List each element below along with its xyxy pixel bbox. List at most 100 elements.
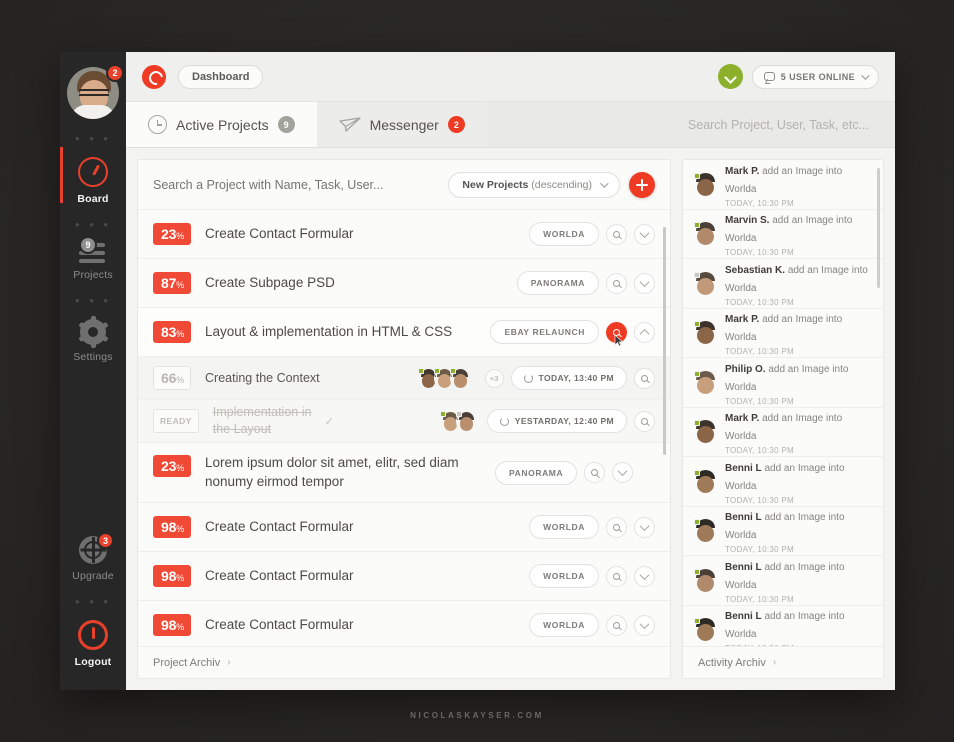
activity-user: Marvin S.	[725, 215, 770, 227]
list-item[interactable]: Benni L add an Image into Worlda TODAY, …	[683, 556, 883, 606]
search-row-button[interactable]	[606, 272, 627, 294]
list-item[interactable]: Benni L add an Image into Worlda TODAY, …	[683, 606, 883, 646]
project-archive-link[interactable]: Project Archiv ›	[138, 646, 670, 678]
progress-badge: 98%	[153, 516, 191, 538]
table-row[interactable]: 83% Layout & implementation in HTML & CS…	[138, 308, 670, 357]
sidebar-item-label: Settings	[73, 351, 113, 363]
activity-user: Mark P.	[725, 413, 760, 425]
chevron-down-icon	[617, 466, 628, 477]
expand-row-button[interactable]	[634, 516, 655, 538]
projects-scrollbar[interactable]	[663, 215, 666, 640]
sidebar-item-board[interactable]: Board	[60, 157, 126, 205]
search-row-button[interactable]	[606, 516, 627, 538]
project-tag[interactable]: WORLDA	[529, 613, 599, 637]
activity-archive-link[interactable]: Activity Archiv ›	[683, 646, 883, 678]
activity-time: TODAY, 10:30 PM	[725, 248, 794, 258]
project-tag[interactable]: PANORAMA	[516, 271, 599, 295]
tab-messenger[interactable]: Messenger 2	[316, 102, 487, 147]
list-item[interactable]: Mark P. add an Image into Worlda TODAY, …	[683, 408, 883, 457]
subtask-title: Implementation in the Layout	[212, 405, 312, 436]
list-item[interactable]: Philip O. add an Image into Worlda TODAY…	[683, 358, 883, 408]
avatar	[694, 420, 717, 444]
list-item[interactable]: Benni L add an Image into Worlda TODAY, …	[683, 457, 883, 507]
users-online-dropdown[interactable]: 5 USER ONLINE	[751, 64, 879, 89]
global-search-field[interactable]: Search Project, User, Task, etc...	[486, 102, 895, 147]
refresh-logo-icon[interactable]	[142, 64, 166, 89]
content-area: New Projects (descending) 23% Create Con…	[126, 148, 895, 690]
table-row[interactable]: 23% Create Contact Formular WORLDA	[138, 210, 670, 259]
chevron-down-icon	[639, 276, 650, 287]
breadcrumb-dashboard[interactable]: Dashboard	[178, 64, 264, 89]
table-row[interactable]: 66% Creating the Context +3 TODAY, 13:40…	[138, 357, 670, 400]
subtask-title: Creating the Context	[205, 370, 320, 385]
activity-user: Benni L	[725, 611, 762, 623]
table-row[interactable]: 98% Create Contact Formular WORLDA	[138, 503, 670, 552]
project-title: Create Contact Formular	[205, 567, 354, 583]
scrollbar-thumb[interactable]	[877, 168, 880, 288]
table-row[interactable]: 98% Create Contact Formular WORLDA	[138, 601, 670, 646]
status-badge: READY	[153, 409, 199, 433]
project-title: Create Subpage PSD	[205, 274, 335, 290]
tab-label: Messenger	[369, 116, 439, 133]
project-search-input[interactable]	[153, 177, 449, 192]
list-item[interactable]: Mark P. add an Image into Worlda TODAY, …	[683, 160, 883, 210]
tab-label: Active Projects	[176, 116, 269, 133]
search-icon	[613, 572, 620, 580]
table-row[interactable]: READY Implementation in the Layout ✓ YES…	[138, 400, 670, 443]
sidebar-item-settings[interactable]: Settings	[60, 316, 126, 363]
assignee-avatars[interactable]	[439, 410, 477, 432]
activity-time: TODAY, 10:30 PM	[725, 594, 794, 604]
search-icon	[641, 417, 649, 425]
chevron-down-button[interactable]	[717, 64, 743, 89]
sort-dropdown[interactable]: New Projects (descending)	[448, 171, 620, 198]
avatar	[455, 410, 477, 432]
list-item[interactable]: Marvin S. add an Image into Worlda TODAY…	[683, 210, 883, 259]
avatar-overflow-count[interactable]: +3	[484, 368, 504, 388]
due-date-pill[interactable]: TODAY, 13:40 PM	[510, 366, 627, 390]
table-row[interactable]: 98% Create Contact Formular WORLDA	[138, 552, 670, 601]
activity-user: Sebastian K.	[725, 264, 786, 276]
avatar	[694, 222, 717, 246]
project-tag[interactable]: EBAY RELAUNCH	[490, 320, 599, 344]
scrollbar-thumb[interactable]	[663, 227, 666, 455]
expand-row-button[interactable]	[634, 272, 655, 294]
project-title: Create Contact Formular	[205, 518, 354, 534]
list-item[interactable]: Benni L add an Image into Worlda TODAY, …	[683, 507, 883, 556]
search-row-button[interactable]	[584, 462, 606, 483]
project-tag[interactable]: WORLDA	[529, 564, 599, 588]
expand-row-button[interactable]	[612, 462, 634, 483]
avatar-notification-badge[interactable]: 2	[106, 64, 124, 82]
table-row[interactable]: 23% Lorem ipsum dolor sit amet, elitr, s…	[138, 443, 670, 503]
sidebar-item-upgrade[interactable]: 3 Upgrade	[60, 532, 126, 582]
search-row-button[interactable]	[606, 223, 627, 245]
search-row-button[interactable]	[606, 321, 627, 346]
project-tag[interactable]: WORLDA	[529, 515, 599, 539]
list-item[interactable]: Mark P. add an Image into Worlda TODAY, …	[683, 309, 883, 358]
user-avatar[interactable]: 2	[67, 64, 124, 119]
add-project-button[interactable]	[629, 171, 655, 198]
search-row-button[interactable]	[634, 367, 655, 389]
global-search-placeholder: Search Project, User, Task, etc...	[687, 117, 869, 132]
gauge-icon	[78, 157, 108, 187]
collapse-row-button[interactable]	[634, 321, 655, 343]
gear-icon	[77, 316, 109, 348]
list-item[interactable]: Sebastian K. add an Image into Worlda TO…	[683, 259, 883, 309]
sidebar-item-projects[interactable]: 9 Projects	[60, 236, 126, 281]
activity-scrollbar[interactable]	[877, 168, 880, 638]
due-date-pill[interactable]: YESTARDAY, 12:40 PM	[486, 409, 628, 433]
sort-label-primary: New Projects	[462, 178, 529, 191]
expand-row-button[interactable]	[634, 223, 655, 245]
project-tag[interactable]: PANORAMA	[495, 460, 578, 485]
table-row[interactable]: 87% Create Subpage PSD PANORAMA	[138, 259, 670, 308]
avatar	[694, 172, 717, 196]
project-tag[interactable]: WORLDA	[529, 222, 599, 246]
sidebar-item-logout[interactable]: Logout	[60, 620, 126, 668]
search-row-button[interactable]	[606, 614, 627, 636]
tab-active-projects[interactable]: Active Projects 9	[126, 102, 317, 147]
expand-row-button[interactable]	[634, 565, 655, 587]
assignee-avatars[interactable]	[417, 367, 471, 389]
sidebar-separator: • • •	[75, 594, 111, 609]
search-row-button[interactable]	[634, 410, 656, 432]
search-row-button[interactable]	[606, 565, 627, 587]
expand-row-button[interactable]	[634, 614, 655, 636]
